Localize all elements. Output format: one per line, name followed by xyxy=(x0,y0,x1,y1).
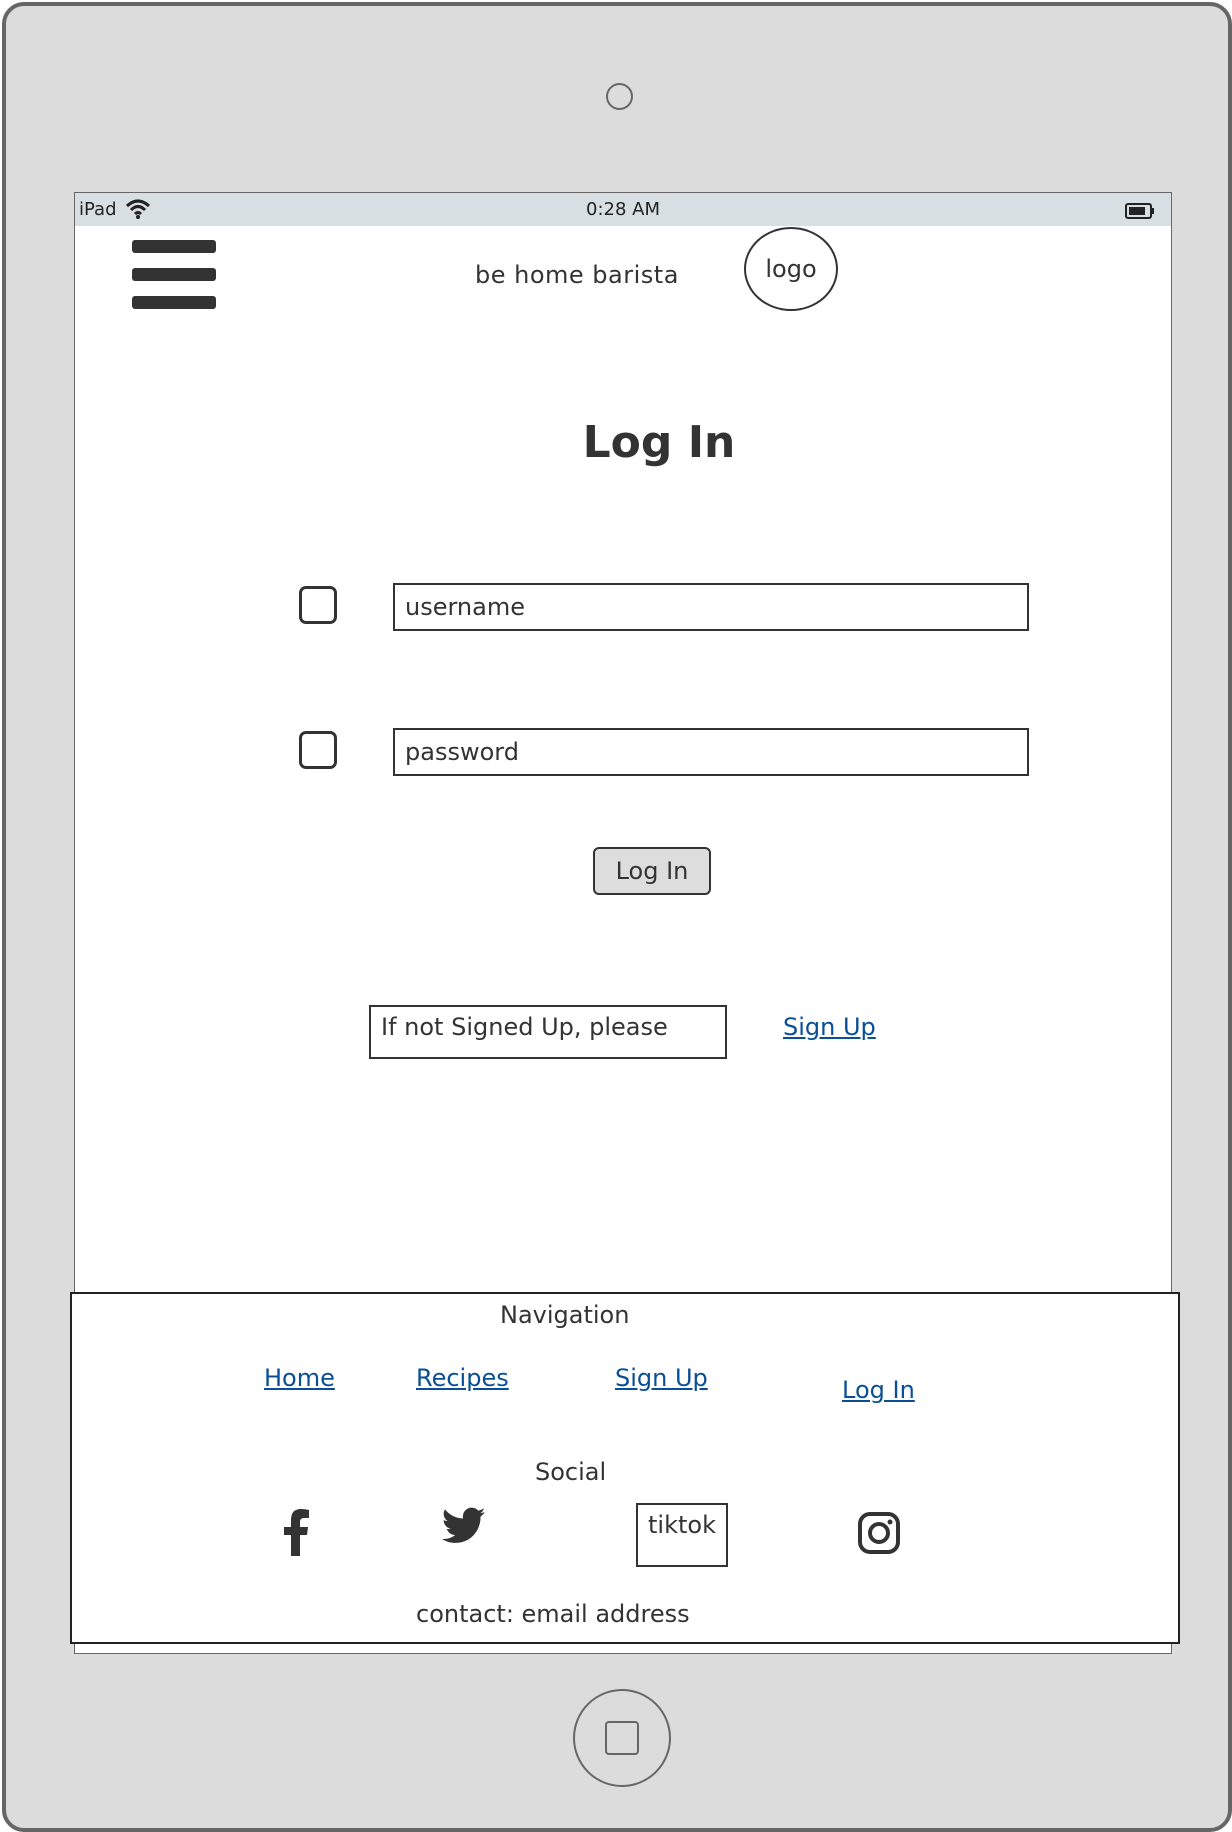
tiktok-link[interactable]: tiktok xyxy=(636,1503,728,1567)
hamburger-menu-icon[interactable] xyxy=(132,240,216,310)
footer-link-sign-up[interactable]: Sign Up xyxy=(615,1364,708,1392)
footer-link-home[interactable]: Home xyxy=(264,1364,335,1392)
password-field[interactable] xyxy=(393,728,1029,776)
logo[interactable]: logo xyxy=(744,227,838,311)
battery-icon xyxy=(1125,203,1154,219)
username-checkbox[interactable] xyxy=(299,586,337,624)
footer: Navigation Home Recipes Sign Up Log In S… xyxy=(70,1292,1180,1644)
page-title: Log In xyxy=(582,417,736,468)
footer-link-recipes[interactable]: Recipes xyxy=(416,1364,509,1392)
instagram-icon[interactable] xyxy=(858,1512,900,1554)
signup-link[interactable]: Sign Up xyxy=(783,1013,876,1041)
footer-contact: contact: email address xyxy=(416,1600,690,1628)
status-time: 0:28 AM xyxy=(586,199,660,220)
logo-label: logo xyxy=(765,255,817,283)
home-square-icon xyxy=(605,1721,639,1755)
home-button[interactable] xyxy=(573,1689,671,1787)
ipad-frame: iPad 0:28 AM be home barista logo Log In xyxy=(2,2,1232,1832)
tiktok-label: tiktok xyxy=(648,1511,716,1539)
username-field[interactable] xyxy=(393,583,1029,631)
camera-icon xyxy=(606,83,633,110)
footer-social-heading: Social xyxy=(535,1458,607,1486)
footer-link-log-in[interactable]: Log In xyxy=(842,1376,915,1404)
login-button[interactable]: Log In xyxy=(593,847,711,895)
twitter-icon[interactable] xyxy=(442,1507,486,1545)
signup-prompt-text: If not Signed Up, please xyxy=(369,1005,727,1059)
footer-nav-heading: Navigation xyxy=(500,1301,630,1329)
password-checkbox[interactable] xyxy=(299,731,337,769)
status-bar: iPad 0:28 AM xyxy=(75,193,1171,226)
brand-name: be home barista xyxy=(475,261,679,289)
facebook-icon[interactable] xyxy=(282,1508,310,1556)
